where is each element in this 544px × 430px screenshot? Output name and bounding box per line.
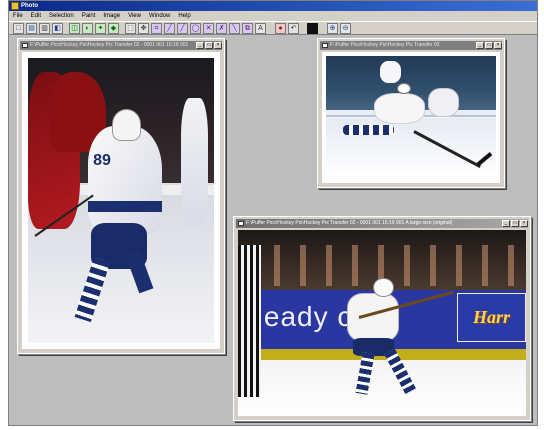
save-icon: ◧ — [54, 25, 61, 32]
black-fill-button[interactable] — [307, 23, 318, 34]
app-title: Photo — [21, 3, 38, 9]
move-icon: ✥ — [140, 25, 147, 32]
image-canvas-1[interactable]: 89 — [22, 52, 220, 349]
minimize-button[interactable]: _ — [196, 42, 204, 49]
jersey-number: 89 — [93, 152, 111, 170]
photo-app-window: Photo File Edit Selection Paint Image Vi… — [8, 0, 538, 426]
rink-banner-logo: Harr — [456, 293, 526, 342]
text-button[interactable]: A — [255, 23, 266, 34]
brush-button[interactable]: ╱ — [177, 23, 188, 34]
clone-button[interactable]: ✗ — [216, 23, 227, 34]
close-button[interactable]: × — [214, 42, 222, 49]
maximize-button[interactable]: □ — [485, 42, 493, 49]
filter-icon: ◆ — [110, 25, 117, 32]
menu-help[interactable]: Help — [178, 11, 190, 21]
minimize-button[interactable]: _ — [476, 42, 484, 49]
menu-edit[interactable]: Edit — [31, 11, 41, 21]
document-icon — [322, 43, 328, 48]
maximize-button[interactable]: □ — [511, 220, 519, 227]
paint-button[interactable]: ╱ — [164, 23, 175, 34]
clone-icon: ✗ — [218, 25, 225, 32]
red-eye-icon: ● — [278, 25, 283, 32]
filter-button[interactable]: ◆ — [108, 23, 119, 34]
zoom-in-icon: ⊕ — [329, 25, 336, 32]
menu-view[interactable]: View — [128, 11, 141, 21]
image-window-1-titlebar[interactable]: F:\Puffer Pics\Hockey Pix\Hockey Pix Tra… — [20, 41, 222, 50]
erase-button[interactable]: ✕ — [203, 23, 214, 34]
crop-button[interactable]: ⌗ — [151, 23, 162, 34]
new-icon: □ — [16, 25, 21, 32]
text-icon: A — [258, 25, 263, 32]
menu-image[interactable]: Image — [103, 11, 120, 21]
new-button[interactable]: □ — [13, 23, 24, 34]
app-logo-icon — [11, 2, 19, 10]
menu-selection[interactable]: Selection — [49, 11, 74, 21]
menu-file[interactable]: File — [13, 11, 23, 21]
line-button[interactable]: ╲ — [229, 23, 240, 34]
image-window-1-title: F:\Puffer Pics\Hockey Pix\Hockey Pix Tra… — [30, 42, 189, 48]
color-icon: ◐ — [85, 25, 90, 32]
select-icon: ⬚ — [127, 25, 134, 32]
stamp-button[interactable]: ⧉ — [242, 23, 253, 34]
toolbar: □ ▤ ▥ ◧ ◫ ◐ ✦ ◆ ⬚ ✥ ⌗ ╱ ╱ ◯ ✕ ✗ ╲ ⧉ A ● … — [9, 21, 537, 35]
image-canvas-3[interactable]: eady co Harr — [238, 230, 526, 416]
save-button[interactable]: ◧ — [52, 23, 63, 34]
close-button[interactable]: × — [494, 42, 502, 49]
workspace: F:\Puffer Pics\Hockey Pix\Hockey Pix Tra… — [9, 35, 537, 425]
scan-button[interactable]: ◫ — [69, 23, 80, 34]
scan-icon: ◫ — [71, 25, 78, 32]
menu-bar: File Edit Selection Paint Image View Win… — [9, 11, 537, 21]
image-window-2-title: F:\Puffer Pics\Hockey Pix\Hockey Pix Tra… — [330, 42, 440, 48]
minimize-button[interactable]: _ — [502, 220, 510, 227]
hockey-photo-closeup: 89 — [28, 58, 214, 343]
menu-window[interactable]: Window — [149, 11, 170, 21]
zoom-out-icon: ⊖ — [342, 25, 349, 32]
effects-icon: ✦ — [97, 25, 104, 32]
zoom-in-button[interactable]: ⊕ — [327, 23, 338, 34]
maximize-button[interactable]: □ — [205, 42, 213, 49]
undo-icon: ↶ — [290, 25, 297, 32]
effects-button[interactable]: ✦ — [95, 23, 106, 34]
image-window-2[interactable]: F:\Puffer Pics\Hockey Pix\Hockey Pix Tra… — [317, 38, 505, 188]
paint-icon: ╱ — [167, 25, 172, 32]
document-icon — [238, 221, 244, 226]
open-icon: ▤ — [28, 25, 35, 32]
window-controls: _ □ × — [196, 41, 222, 50]
crop-icon: ⌗ — [154, 25, 159, 32]
image-window-3-title: F:\Puffer Pics\Hockey Pix\Hockey Pix Tra… — [246, 220, 453, 226]
red-eye-button[interactable]: ● — [275, 23, 286, 34]
color-button[interactable]: ◐ — [82, 23, 93, 34]
window-controls: _ □ × — [476, 41, 502, 50]
close-button[interactable]: × — [520, 220, 528, 227]
print-button[interactable]: ▥ — [39, 23, 50, 34]
hockey-photo-slide — [326, 56, 496, 179]
hockey-photo-skater: eady co Harr — [238, 230, 526, 416]
image-window-1[interactable]: F:\Puffer Pics\Hockey Pix\Hockey Pix Tra… — [17, 38, 225, 354]
open-button[interactable]: ▤ — [26, 23, 37, 34]
image-window-3-titlebar[interactable]: F:\Puffer Pics\Hockey Pix\Hockey Pix Tra… — [236, 219, 528, 228]
line-icon: ╲ — [232, 25, 237, 32]
image-canvas-2[interactable] — [322, 52, 500, 183]
select-button[interactable]: ⬚ — [125, 23, 136, 34]
print-icon: ▥ — [41, 25, 48, 32]
brush-icon: ╱ — [180, 25, 185, 32]
stamp-icon: ⧉ — [245, 25, 250, 32]
document-icon — [22, 43, 28, 48]
window-controls: _ □ × — [502, 219, 528, 228]
undo-button[interactable]: ↶ — [288, 23, 299, 34]
app-titlebar[interactable]: Photo — [9, 1, 537, 11]
erase-icon: ✕ — [205, 25, 212, 32]
move-button[interactable]: ✥ — [138, 23, 149, 34]
lasso-icon: ◯ — [191, 25, 200, 32]
zoom-out-button[interactable]: ⊖ — [340, 23, 351, 34]
image-window-3[interactable]: F:\Puffer Pics\Hockey Pix\Hockey Pix Tra… — [233, 216, 531, 421]
menu-paint[interactable]: Paint — [82, 11, 96, 21]
lasso-button[interactable]: ◯ — [190, 23, 201, 34]
image-window-2-titlebar[interactable]: F:\Puffer Pics\Hockey Pix\Hockey Pix Tra… — [320, 41, 502, 50]
rink-banner-logo-text: Harr — [472, 306, 510, 327]
